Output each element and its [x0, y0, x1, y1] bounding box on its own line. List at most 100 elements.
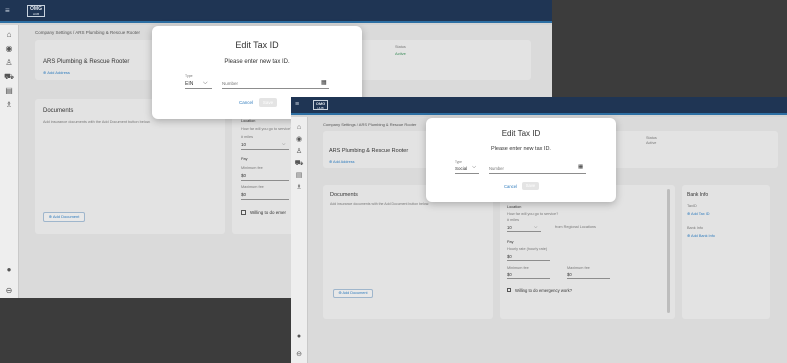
radius-chevron-icon[interactable]: ⌵ [534, 224, 537, 229]
documents-empty-text: Add insurance documents with the Add Doc… [43, 120, 151, 124]
add-address-link[interactable]: ⊕ Add Address [329, 159, 355, 164]
pay-label: Pay [507, 240, 514, 244]
logout-icon[interactable]: ⊖ [291, 351, 307, 358]
number-underline [489, 173, 586, 174]
radius-value[interactable]: 10 [507, 225, 512, 230]
max-fee-underline [567, 278, 610, 279]
edit-taxid-dialog: Edit Tax ID Please enter new tax ID. Typ… [426, 118, 616, 202]
location-label: Location [507, 205, 522, 209]
logo-subtext: HUB [32, 12, 40, 16]
add-address-label: Add Address [333, 160, 355, 164]
home-icon[interactable]: ⌂ [0, 31, 18, 39]
hourly-value[interactable]: $0 [507, 254, 512, 259]
people-icon[interactable]: ♙ [0, 59, 18, 67]
radius-chevron-icon[interactable]: ⌵ [282, 141, 285, 146]
dialog-title: Edit Tax ID [235, 40, 279, 50]
logout-icon[interactable]: ⊖ [0, 287, 18, 295]
people-icon[interactable]: ♙ [291, 148, 307, 155]
status-label: Status [395, 45, 406, 49]
dialog-title: Edit Tax ID [501, 129, 541, 138]
breadcrumb[interactable]: Company Settings / ARS Plumbing & Rescue… [323, 122, 416, 127]
keyboard-icon[interactable]: ▦ [321, 80, 327, 86]
home-icon[interactable]: ⌂ [291, 124, 307, 131]
truck-icon[interactable]: ⛟ [0, 73, 18, 81]
app-logo[interactable]: OMG HUB [313, 100, 328, 110]
radius-label: # miles [241, 135, 254, 139]
min-fee-underline [507, 278, 550, 279]
app-logo[interactable]: OMG HUB [27, 5, 45, 17]
breadcrumb[interactable]: Company Settings / ARS Plumbing & Rescue… [35, 30, 140, 35]
save-button[interactable]: Save [522, 182, 539, 190]
max-fee-label: Maximum fee [567, 266, 590, 270]
menu-icon[interactable]: ≡ [5, 6, 10, 15]
app-window-front: ≡ OMG HUB ⌂ ◉ ♙ ⛟ ▤ ♗ ● ⊖ Company Setting… [291, 97, 787, 363]
max-fee-value[interactable]: $0 [567, 272, 572, 277]
document-icon[interactable]: ▤ [291, 172, 307, 179]
logo-subtext: HUB [317, 106, 324, 110]
type-label: Type [185, 74, 193, 78]
add-taxid-label: Add Tax ID [691, 212, 710, 216]
keyboard-icon[interactable]: ▦ [578, 164, 583, 171]
location-label: Location [241, 119, 256, 123]
sidebar-nav: ⌂ ◉ ♙ ⛟ ▤ ♗ ● ⊖ [0, 25, 19, 298]
service-card: Location How far will you go to service?… [500, 185, 675, 319]
radius-from-text: from Regional Locations [555, 225, 596, 229]
sidebar-nav: ⌂ ◉ ♙ ⛟ ▤ ♗ ● ⊖ [291, 117, 308, 363]
chevron-down-icon[interactable]: ⌵ [203, 80, 208, 86]
min-fee-underline [241, 180, 289, 181]
radius-value[interactable]: 10 [241, 142, 246, 147]
emergency-checkbox[interactable] [507, 288, 511, 292]
number-input[interactable]: Number [222, 81, 238, 86]
account-icon[interactable]: ● [0, 266, 18, 274]
add-address-label: Add Address [47, 70, 70, 75]
documents-card: Documents Add insurance documents with t… [35, 99, 225, 234]
eye-icon[interactable]: ◉ [0, 45, 18, 53]
min-fee-value[interactable]: $0 [507, 272, 512, 277]
number-input[interactable]: Number [489, 166, 504, 171]
service-scrollbar[interactable] [667, 189, 670, 313]
documents-title: Documents [330, 192, 358, 198]
type-select-value[interactable]: EIN [185, 81, 193, 87]
type-label: Type [455, 160, 462, 164]
cancel-button[interactable]: Cancel [504, 184, 517, 189]
add-address-link[interactable]: ⊕ Add Address [43, 70, 70, 75]
min-fee-label: Minimum fee [241, 166, 263, 170]
pay-label: Pay [241, 157, 248, 161]
save-button[interactable]: Save [259, 98, 277, 107]
top-bar: ≡ OMG HUB [0, 0, 552, 23]
status-label: Status [646, 136, 657, 140]
max-fee-label: Maximum fee [241, 185, 264, 189]
add-taxid-link[interactable]: ⊕ Add Tax ID [687, 211, 710, 216]
truck-icon[interactable]: ⛟ [291, 160, 307, 167]
documents-card: Documents Add insurance documents with t… [323, 185, 493, 319]
hourly-label: Hourly rate (hourly rate) [507, 247, 548, 251]
type-select-value[interactable]: Social [455, 166, 467, 171]
vendor-name: ARS Plumbing & Rescue Rooter [43, 59, 130, 65]
cancel-button[interactable]: Cancel [239, 100, 253, 105]
menu-icon[interactable]: ≡ [295, 101, 299, 108]
emergency-checkbox[interactable] [241, 210, 246, 215]
radius-label: # miles [507, 218, 520, 222]
documents-title: Documents [43, 108, 74, 114]
hourly-underline [507, 260, 550, 261]
dialog-message: Please enter new tax ID. [224, 59, 290, 65]
person-icon[interactable]: ♗ [0, 101, 18, 109]
add-bankinfo-link[interactable]: ⊕ Add Bank Info [687, 233, 715, 238]
bankinfo-label: Bank Info [687, 226, 704, 230]
document-icon[interactable]: ▤ [0, 87, 18, 95]
eye-icon[interactable]: ◉ [291, 136, 307, 143]
add-document-label: Add Document [342, 291, 368, 295]
person-icon[interactable]: ♗ [291, 184, 307, 191]
account-icon[interactable]: ● [291, 333, 307, 340]
radius-underline [241, 149, 289, 150]
max-fee-underline [241, 199, 289, 200]
add-document-button[interactable]: ⊕ Add Document [43, 212, 85, 222]
max-fee-value[interactable]: $0 [241, 192, 246, 197]
emergency-label: Willing to do emer [250, 210, 287, 215]
type-underline [185, 88, 212, 89]
bank-info-title: Bank Info [687, 192, 709, 198]
chevron-down-icon[interactable]: ⌵ [472, 164, 476, 171]
add-document-button[interactable]: ⊕ Add Document [333, 289, 373, 298]
taxid-label: TaxID [687, 204, 697, 208]
min-fee-value[interactable]: $0 [241, 173, 246, 178]
